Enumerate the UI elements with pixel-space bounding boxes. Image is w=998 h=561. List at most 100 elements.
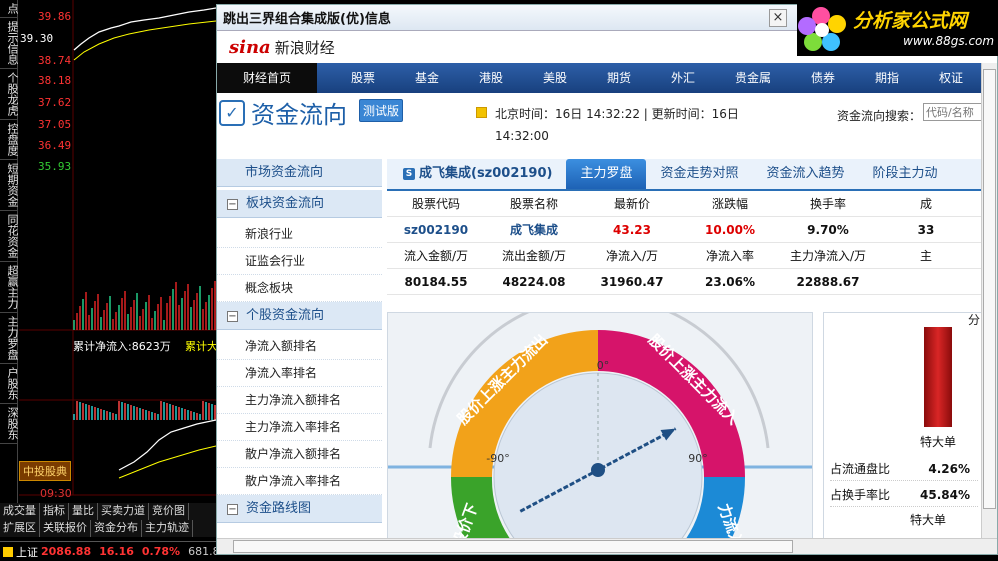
h2-cell-3: 净流入率 xyxy=(705,249,754,263)
sidebar-head-2[interactable]: − 个股资金流向 xyxy=(217,302,382,330)
search-label: 资金流向搜索： xyxy=(837,109,922,123)
extension-tabs: 扩展区 关联报价 资金分布 主力轨迹 xyxy=(0,520,216,537)
nav-item-0[interactable]: 财经首页 xyxy=(217,63,317,93)
price-label-6: 36.49 xyxy=(38,139,72,152)
super-large-bar xyxy=(924,327,952,427)
nav-item-8[interactable]: 债券 xyxy=(795,63,851,93)
stock-tabs: S 成飞集成(sz002190) 主力罗盘 资金走势对照 资金流入趋势 阶段主力动 xyxy=(387,159,987,191)
h1-cell-1: 股票名称 xyxy=(509,197,558,211)
fund-flow-sidebar: 市场资金流向 − 板块资金流向 新浪行业 证监会行业 概念板块 − 个股资金流向 净流入额排名净… xyxy=(217,159,382,526)
sidebar-item-block-2[interactable]: 概念板块 xyxy=(217,275,382,302)
tab-label-3: 资金流入趋势 xyxy=(766,166,845,181)
extension-tab-0[interactable]: 扩展区 xyxy=(0,520,40,537)
horizontal-scrollbar[interactable] xyxy=(217,538,997,554)
popup-content: 市场资金流向 − 板块资金流向 新浪行业 证监会行业 概念板块 − 个股资金流向 净流入额排名净… xyxy=(217,159,997,540)
tick-zero: 0° xyxy=(597,359,610,372)
nav-item-9[interactable]: 期指 xyxy=(859,63,915,93)
screen: 点提示信息 个股龙虎 控盘度 短期资金 同花资金 超赢主力 主力罗盘 户股东 深股东 累计净流入… xyxy=(0,0,998,561)
sidebar-item-stock-5[interactable]: 散户净流入率排名 xyxy=(217,468,382,495)
sina-logo[interactable]: sina xyxy=(229,37,271,58)
highlight-label[interactable]: 中投股典 xyxy=(19,461,71,481)
order-size-panel: 分 特大单 占流通盘比 4.26% 占换手率比 45.84% 特大单 xyxy=(823,312,983,540)
collapse-icon[interactable]: − xyxy=(227,504,238,515)
h1-cell-5: 成 xyxy=(919,197,932,211)
ratio-float-value: 4.26% xyxy=(928,462,970,476)
88gs-logo: 分析家公式网 www.88gs.com xyxy=(797,0,998,56)
indicator-tab-1[interactable]: 指标 xyxy=(40,503,69,520)
sidebar-head-0[interactable]: 市场资金流向 xyxy=(217,159,382,187)
nav-item-5[interactable]: 期货 xyxy=(591,63,647,93)
sidebar-item-block-1[interactable]: 证监会行业 xyxy=(217,248,382,275)
beijing-time: 北京时间：16日 14:32:22 | 更新时间：16日 14:32:00 xyxy=(495,107,739,143)
v1-cell-1: 成飞集成 xyxy=(509,223,558,237)
header-row-1: 股票代码 股票名称 最新价 涨跌幅 换手率 成 xyxy=(387,191,987,217)
ratio-turnover-label: 占换手率比 xyxy=(830,488,891,502)
sidebar-item-stock-2[interactable]: 主力净流入额排名 xyxy=(217,387,382,414)
nav-item-4[interactable]: 美股 xyxy=(527,63,583,93)
cumulative-inflow-label: 累计净流入:8623万 xyxy=(73,340,171,353)
index-volume: 681.8 xyxy=(188,545,220,558)
sidebar-head-label-3: 资金路线图 xyxy=(246,501,312,516)
cumulative-large-label: 累计大 xyxy=(185,340,218,353)
left-tab-2[interactable]: 个股龙虎 xyxy=(0,69,19,120)
price-label-5: 37.05 xyxy=(38,118,72,131)
tick-neg90: -90° xyxy=(486,452,509,465)
beta-badge: 测试版 xyxy=(359,99,404,122)
header-row-2: 流入金额/万 流出金额/万 净流入/万 净流入率 主力净流入/万 主 xyxy=(387,243,987,269)
collapse-icon[interactable]: − xyxy=(227,311,238,322)
extension-tab-3[interactable]: 主力轨迹 xyxy=(142,520,193,537)
tab-label-2: 资金走势对照 xyxy=(660,166,739,181)
indicator-tab-0[interactable]: 成交量 xyxy=(0,503,40,520)
sidebar-item-stock-1[interactable]: 净流入率排名 xyxy=(217,360,382,387)
collapse-icon[interactable]: − xyxy=(227,199,238,210)
sidebar-head-1[interactable]: − 板块资金流向 xyxy=(217,190,382,218)
h2-cell-1: 流出金额/万 xyxy=(501,249,567,263)
nav-item-7[interactable]: 贵金属 xyxy=(719,63,787,93)
left-tab-1[interactable]: 提示信息 xyxy=(0,18,19,69)
tab-3[interactable]: 资金流入趋势 xyxy=(753,159,859,189)
left-tab-3[interactable]: 控盘度 xyxy=(0,120,19,160)
indicator-tab-4[interactable]: 竞价图 xyxy=(149,503,189,520)
extension-tab-1[interactable]: 关联报价 xyxy=(40,520,91,537)
h2-cell-0: 流入金额/万 xyxy=(403,249,469,263)
ratio-turnover-value: 45.84% xyxy=(920,488,970,502)
nav-item-6[interactable]: 外汇 xyxy=(655,63,711,93)
indicator-tab-2[interactable]: 量比 xyxy=(69,503,98,520)
nav-item-1[interactable]: 股票 xyxy=(335,63,391,93)
left-tab-7[interactable]: 主力罗盘 xyxy=(0,313,19,364)
scroll-thumb-h[interactable] xyxy=(233,540,793,553)
sidebar-item-block-0[interactable]: 新浪行业 xyxy=(217,221,382,248)
index-change: 16.16 xyxy=(99,545,134,558)
tab-label-0: 成飞集成(sz002190) xyxy=(419,166,553,181)
sidebar-head-3[interactable]: − 资金路线图 xyxy=(217,495,382,523)
extension-tab-2[interactable]: 资金分布 xyxy=(91,520,142,537)
close-button[interactable]: × xyxy=(769,9,787,27)
tab-4[interactable]: 阶段主力动 xyxy=(859,159,952,189)
nav-item-10[interactable]: 权证 xyxy=(923,63,979,93)
left-tab-4[interactable]: 短期资金 xyxy=(0,160,19,211)
nav-item-3[interactable]: 港股 xyxy=(463,63,519,93)
left-tab-8[interactable]: 户股东 xyxy=(0,364,19,404)
left-tab-0[interactable]: 点 xyxy=(0,0,19,18)
vertical-scrollbar[interactable] xyxy=(981,63,997,541)
sidebar-item-stock-0[interactable]: 净流入额排名 xyxy=(217,333,382,360)
h1-cell-2: 最新价 xyxy=(613,197,650,211)
tab-1[interactable]: 主力罗盘 xyxy=(566,159,647,189)
sidebar-item-stock-4[interactable]: 散户净流入额排名 xyxy=(217,441,382,468)
tab-2[interactable]: 资金走势对照 xyxy=(646,159,752,189)
indicator-tab-3[interactable]: 买卖力道 xyxy=(98,503,149,520)
indicator-tabs: 成交量 指标 量比 买卖力道 竞价图 xyxy=(0,503,216,520)
left-tab-5[interactable]: 同花资金 xyxy=(0,211,19,262)
ratio-float-label: 占流通盘比 xyxy=(830,462,891,476)
flow-bars xyxy=(73,401,216,420)
fund-flow-title: 资金流向 xyxy=(251,101,347,129)
stock-main-panel: S 成飞集成(sz002190) 主力罗盘 资金走势对照 资金流入趋势 阶段主力动 股票代… xyxy=(387,159,987,295)
scroll-thumb-v[interactable] xyxy=(983,69,996,509)
left-tab-6[interactable]: 超赢主力 xyxy=(0,262,19,313)
start-time-label: 09:30 xyxy=(40,487,72,500)
sidebar-item-stock-3[interactable]: 主力净流入率排名 xyxy=(217,414,382,441)
left-tab-9[interactable]: 深股东 xyxy=(0,404,19,444)
tab-0[interactable]: S 成飞集成(sz002190) xyxy=(387,159,566,189)
nav-item-2[interactable]: 基金 xyxy=(399,63,455,93)
sina-finance-name: 新浪财经 xyxy=(274,38,335,57)
